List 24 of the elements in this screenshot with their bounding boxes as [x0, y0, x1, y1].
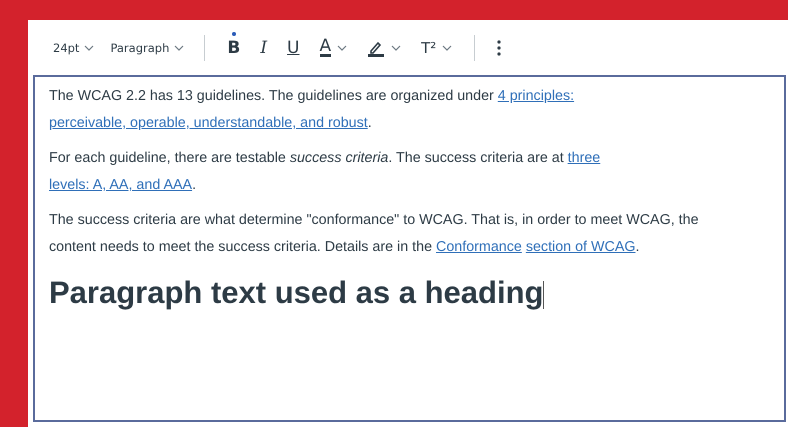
caret-icon: [391, 44, 402, 50]
link[interactable]: levels: A, AA, and AAA: [49, 177, 192, 193]
dropdown[interactable]: 24pt: [47, 36, 100, 58]
more-icon: [497, 40, 502, 56]
dropdown[interactable]: Paragraph: [104, 36, 190, 58]
editor-area[interactable]: [33, 75, 786, 422]
underline-button[interactable]: U: [279, 34, 308, 62]
link[interactable]: Conformance: [436, 239, 522, 255]
italic-button[interactable]: I: [252, 34, 276, 62]
caret-icon: [174, 44, 184, 50]
superscript-button[interactable]: T²: [413, 34, 460, 60]
bold-button[interactable]: B: [219, 34, 248, 62]
large-paragraph: Paragraph text used as a heading: [49, 274, 546, 312]
caret-icon: [84, 44, 94, 50]
caret-icon: [337, 44, 348, 50]
link[interactable]: perceivable, operable, understandable, and robust: [49, 115, 368, 131]
link[interactable]: three: [568, 150, 600, 166]
link[interactable]: section of WCAG: [526, 239, 636, 255]
text-color-button[interactable]: A: [312, 34, 356, 61]
caret-icon: [442, 44, 452, 50]
paragraph: The WCAG 2.2 has 13 guidelines. The guidelines are organized under 4 principles: perceivable, operable, understandable, and robust.: [49, 87, 576, 133]
link[interactable]: 4 principles:: [498, 88, 574, 104]
paragraph: For each guideline, there are testable success criteria. The success criteria are at three levels: A, AA, and AAA.: [49, 149, 602, 195]
paragraph: The success criteria are what determine "conformance" to WCAG. That is, in order to meet WCAG, the content needs to meet the success criteria. Details are in the Conformance section of WCAG.: [49, 211, 700, 257]
